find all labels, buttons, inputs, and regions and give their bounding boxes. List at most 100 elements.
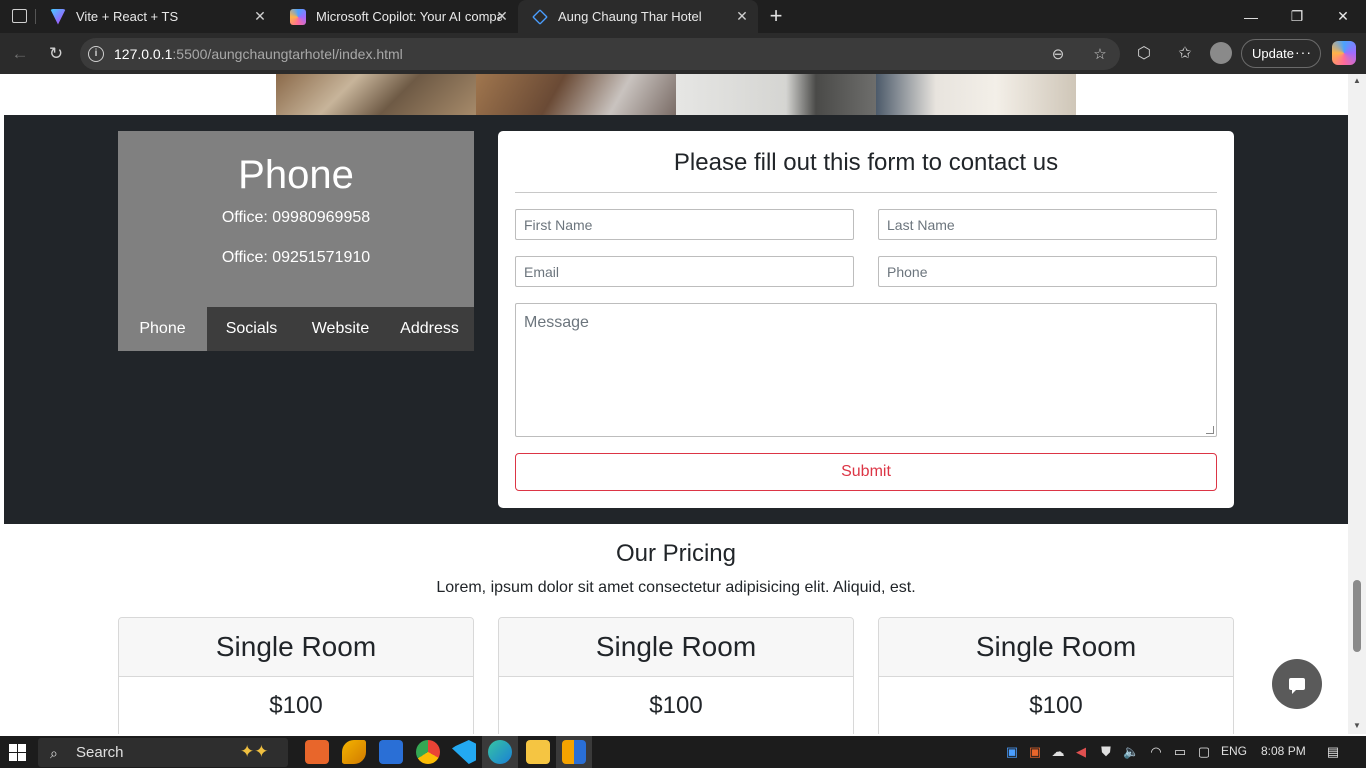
contact-info-card: Phone Office: 09980969958 Office: 092515…	[118, 131, 474, 351]
room-photo	[876, 74, 1076, 115]
message-textarea[interactable]: Message	[515, 303, 1217, 437]
back-arrow-icon[interactable]: ←	[6, 41, 34, 67]
tray-xampp-icon[interactable]: ▣	[1027, 744, 1043, 760]
submit-button[interactable]: Submit	[515, 453, 1217, 491]
scroll-up-arrow-icon[interactable]: ▲	[1353, 76, 1361, 85]
room-photo	[676, 74, 876, 115]
taskbar-search[interactable]: ⌕ Search ✦✦	[38, 738, 288, 767]
file-manager-icon[interactable]	[342, 740, 366, 764]
chat-bubble-icon	[1289, 678, 1305, 694]
contact-info-heading: Phone	[238, 153, 354, 197]
tab-phone[interactable]: Phone	[118, 307, 207, 351]
search-icon: ⌕	[50, 745, 58, 761]
room-photo-strip	[276, 74, 1076, 115]
tab-socials[interactable]: Socials	[207, 307, 296, 351]
extensions-icon[interactable]: ⬡	[1133, 43, 1155, 65]
address-bar-row: ← ↻ i 127.0.0.1:5500/aungchaungtarhotel/…	[0, 33, 1366, 74]
search-highlight-icon: ✦✦	[240, 742, 269, 761]
notifications-icon[interactable]: ▤	[1325, 744, 1341, 760]
tab-vite[interactable]: Vite + React + TS ✕	[36, 0, 276, 33]
close-window-button[interactable]: ✕	[1320, 0, 1366, 33]
page-viewport: Phone Office: 09980969958 Office: 092515…	[4, 74, 1348, 734]
tab-title: Aung Chaung Thar Hotel	[558, 9, 702, 24]
pricing-card: Single Room $100	[118, 617, 474, 734]
email-field[interactable]: Email	[515, 256, 854, 287]
contact-info-tabs: Phone Socials Website Address	[118, 307, 474, 351]
tray-alert-icon[interactable]: ◀	[1073, 744, 1089, 760]
tab-aung-chaung-thar-hotel[interactable]: Aung Chaung Thar Hotel ✕	[518, 0, 758, 33]
pricing-card-price: $100	[269, 692, 323, 719]
file-explorer-icon[interactable]	[526, 740, 550, 764]
page-scrollbar[interactable]: ▲ ▼	[1348, 74, 1366, 734]
pricing-card-price: $100	[1029, 692, 1083, 719]
tab-copilot[interactable]: Microsoft Copilot: Your AI compa ✕	[276, 0, 518, 33]
windows-start-icon[interactable]	[9, 744, 26, 761]
more-menu-icon[interactable]: ···	[1295, 44, 1312, 60]
taskbar-search-label: Search	[76, 744, 124, 761]
vscode-icon[interactable]	[452, 740, 476, 764]
office-phone-1: Office: 09980969958	[221, 209, 371, 226]
chat-button[interactable]	[1272, 659, 1322, 709]
first-name-field[interactable]: First Name	[515, 209, 854, 240]
remote-desktop-icon[interactable]	[379, 740, 403, 764]
close-tab-icon[interactable]: ✕	[252, 8, 268, 24]
tray-app-icon[interactable]: ▣	[1004, 744, 1020, 760]
windows-security-icon[interactable]: ⛊	[1098, 744, 1114, 760]
new-tab-button[interactable]: +	[765, 3, 787, 29]
room-photo	[476, 74, 676, 115]
room-photo	[276, 74, 476, 115]
close-tab-icon[interactable]: ✕	[494, 8, 510, 24]
tab-actions-icon[interactable]	[12, 9, 27, 23]
favorites-icon[interactable]: ✩	[1174, 43, 1196, 65]
last-name-field[interactable]: Last Name	[878, 209, 1217, 240]
pricing-title: Our Pricing	[615, 540, 737, 567]
tab-title: Vite + React + TS	[76, 9, 179, 24]
security-app-icon[interactable]	[562, 740, 586, 764]
phone-field[interactable]: Phone	[878, 256, 1217, 287]
update-label: Update	[1252, 46, 1294, 61]
tab-title: Microsoft Copilot: Your AI compa	[316, 9, 502, 24]
favorite-star-icon[interactable]: ☆	[1090, 45, 1110, 63]
tab-address[interactable]: Address	[385, 307, 474, 351]
maximize-button[interactable]: ❐	[1274, 0, 1320, 33]
system-clock[interactable]: 8:08 PM	[1261, 744, 1306, 758]
pricing-card-price: $100	[649, 692, 703, 719]
onedrive-icon[interactable]: ☁	[1050, 744, 1066, 760]
battery-icon[interactable]: ▭	[1172, 744, 1188, 760]
tab-website[interactable]: Website	[296, 307, 385, 351]
scroll-down-arrow-icon[interactable]: ▼	[1353, 721, 1361, 730]
display-icon[interactable]: ▢	[1196, 744, 1212, 760]
pricing-card-title: Single Room	[499, 618, 853, 677]
reload-icon[interactable]: ↻	[42, 41, 70, 67]
message-placeholder: Message	[524, 314, 589, 331]
pricing-subtitle: Lorem, ipsum dolor sit amet consectetur …	[436, 579, 916, 596]
resize-handle-icon[interactable]	[1206, 426, 1214, 434]
profile-avatar[interactable]	[1210, 42, 1232, 64]
pricing-card-title: Single Room	[879, 618, 1233, 677]
url-host: 127.0.0.1	[114, 46, 173, 62]
edge-icon[interactable]	[488, 740, 512, 764]
site-info-icon[interactable]: i	[88, 46, 104, 62]
input-language[interactable]: ENG	[1221, 744, 1247, 758]
wifi-icon[interactable]: ◠	[1148, 744, 1164, 760]
scrollbar-thumb[interactable]	[1353, 580, 1361, 652]
copilot-sidebar-icon[interactable]	[1332, 41, 1356, 65]
chrome-icon[interactable]	[416, 740, 440, 764]
url-text[interactable]: 127.0.0.1:5500/aungchaungtarhotel/index.…	[114, 46, 403, 62]
browser-tab-bar: Vite + React + TS ✕ Microsoft Copilot: Y…	[0, 0, 1366, 33]
pricing-card-title: Single Room	[119, 618, 473, 677]
url-path: :5500/aungchaungtarhotel/index.html	[172, 46, 403, 62]
update-button[interactable]: Update ···	[1241, 39, 1321, 68]
vscode-liveserver-icon	[532, 8, 548, 25]
contact-form: Please fill out this form to contact us …	[498, 131, 1234, 508]
pricing-card: Single Room $100	[498, 617, 854, 734]
form-divider	[515, 192, 1217, 193]
minimize-button[interactable]: —	[1228, 0, 1274, 33]
close-tab-icon[interactable]: ✕	[734, 8, 750, 24]
address-bar[interactable]: i 127.0.0.1:5500/aungchaungtarhotel/inde…	[80, 38, 1120, 70]
xampp-icon[interactable]	[305, 740, 329, 764]
volume-icon[interactable]: 🔈	[1123, 744, 1139, 760]
windows-taskbar: ⌕ Search ✦✦ ▣ ▣ ☁ ◀ ⛊ 🔈 ◠ ▭ ▢ ENG 8:08 P…	[0, 736, 1366, 768]
contact-form-heading: Please fill out this form to contact us	[673, 149, 1059, 176]
read-aloud-icon[interactable]: ⊖	[1048, 45, 1068, 63]
